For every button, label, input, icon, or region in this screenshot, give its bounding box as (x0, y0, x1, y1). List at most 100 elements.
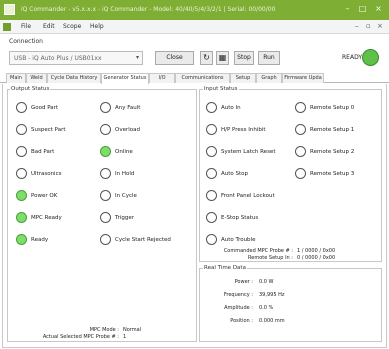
tab-firmware-update[interactable]: Firmware Upda (282, 73, 324, 83)
led-label: Any Fault (115, 105, 141, 111)
status-led (206, 102, 217, 113)
stop-button[interactable]: Stop (234, 51, 254, 65)
led-label: Remote Setup 2 (310, 149, 355, 155)
chevron-down-icon: ▾ (135, 54, 139, 61)
status-led (206, 190, 217, 201)
led-label: H/P Press Inhibit (221, 127, 266, 133)
connection-select[interactable]: USB - iQ Auto Plus / USB01xx ▾ (9, 51, 143, 65)
status-led (16, 124, 27, 135)
status-led (100, 124, 111, 135)
led-label: Auto In (221, 105, 241, 111)
status-led (16, 102, 27, 113)
status-led (100, 102, 111, 113)
led-label: Overload (115, 127, 140, 133)
status-led (100, 146, 111, 157)
status-led (16, 190, 27, 201)
run-button[interactable]: Run (258, 51, 280, 65)
tab-weld[interactable]: Weld (26, 73, 47, 83)
led-label: Cycle Start Rejected (115, 237, 171, 243)
led-label: MPC Ready (31, 215, 62, 221)
document-icon (3, 23, 11, 31)
title-bar: iQ Commander - v5.x.x.x - iQ Commander -… (0, 0, 389, 20)
ready-label: READY (342, 54, 363, 61)
led-label: Trigger (115, 215, 134, 221)
remote-setup-in-value: 0 / 0000 / 0x00 (297, 255, 336, 261)
led-label: Remote Setup 3 (310, 171, 355, 177)
led-label: Online (115, 149, 133, 155)
actual-probe-label: Actual Selected MPC Probe # : (42, 334, 119, 340)
status-led (295, 146, 306, 157)
refresh-icon[interactable]: ↻ (200, 51, 213, 65)
menu-help[interactable]: Help (90, 23, 104, 30)
status-led (295, 124, 306, 135)
mdi-minimize-button[interactable]: – (355, 22, 359, 30)
led-label: Bad Part (31, 149, 55, 155)
tab-io[interactable]: I/O (149, 73, 175, 83)
tab-strip: Main Weld Cycle Data History Generator S… (0, 73, 389, 84)
status-led (295, 102, 306, 113)
status-led (206, 234, 217, 245)
menu-scope[interactable]: Scope (63, 23, 81, 30)
status-led (206, 168, 217, 179)
close-button[interactable]: × (374, 4, 383, 13)
ready-indicator (362, 49, 379, 66)
led-label: Auto Stop (221, 171, 249, 177)
tab-graph[interactable]: Graph (256, 73, 282, 83)
mdi-restore-button[interactable]: ▫ (366, 22, 371, 30)
commanded-probe-label: Commanded MPC Probe # : (223, 248, 293, 254)
led-label: Ready (31, 237, 49, 243)
commanded-probe-value: 1 / 0000 / 0x00 (297, 248, 336, 254)
actual-probe-value: 1 (123, 334, 127, 340)
status-led (100, 234, 111, 245)
app-icon (4, 4, 15, 15)
led-label: E-Stop Status (221, 215, 259, 221)
status-led (295, 168, 306, 179)
status-led (206, 124, 217, 135)
power-label: Power : (234, 279, 253, 285)
remote-setup-in-label: Remote Setup In : (248, 255, 293, 261)
menu-bar: File Edit Scope Help – ▫ × (0, 20, 389, 34)
real-time-data-title: Real Time Data (203, 265, 247, 271)
position-value: 0.000 mm (259, 318, 285, 324)
led-label: Remote Setup 1 (310, 127, 355, 133)
tab-main[interactable]: Main (6, 73, 26, 83)
tab-setup[interactable]: Setup (230, 73, 256, 83)
amplitude-value: 0.0 % (259, 305, 274, 311)
frequency-value: 39,995 Hz (259, 292, 285, 298)
status-led (16, 146, 27, 157)
close-connection-button[interactable]: Close (155, 51, 194, 65)
grid-icon[interactable]: ▦ (216, 51, 229, 65)
led-label: System Latch Reset (221, 149, 276, 155)
tab-generator-status[interactable]: Generator Status (101, 73, 149, 84)
status-led (206, 146, 217, 157)
maximize-button[interactable]: □ (358, 4, 367, 13)
menu-file[interactable]: File (21, 23, 31, 30)
output-status-title: Output Status (10, 86, 51, 92)
mpc-mode-label: MPC Mode : (89, 327, 119, 333)
tab-communications[interactable]: Communications (175, 73, 230, 83)
status-led (100, 212, 111, 223)
status-led (16, 234, 27, 245)
status-led (100, 190, 111, 201)
menu-edit[interactable]: Edit (43, 23, 55, 30)
position-label: Position : (230, 318, 253, 324)
tab-cycle-data-history[interactable]: Cycle Data History (47, 73, 101, 83)
led-label: Good Part (31, 105, 59, 111)
mpc-mode-value: Normal (123, 327, 142, 333)
led-label: In Cycle (115, 193, 137, 199)
status-led (206, 212, 217, 223)
led-label: Front Panel Lockout (221, 193, 275, 199)
led-label: Remote Setup 0 (310, 105, 355, 111)
input-status-title: Input Status (203, 86, 239, 92)
status-led (16, 212, 27, 223)
minimize-button[interactable]: – (343, 4, 352, 13)
amplitude-label: Amplitude : (224, 305, 253, 311)
led-label: Ultrasonics (31, 171, 62, 177)
generator-status-panel: Output Status Good Part Suspect Part Bad… (2, 84, 387, 348)
mdi-close-button[interactable]: × (377, 22, 383, 30)
connection-value: USB - iQ Auto Plus / USB01xx (14, 55, 102, 62)
frequency-label: Frequency : (223, 292, 253, 298)
power-value: 0.0 W (259, 279, 274, 285)
status-led (100, 168, 111, 179)
window-title: iQ Commander - v5.x.x.x - iQ Commander -… (21, 6, 276, 13)
